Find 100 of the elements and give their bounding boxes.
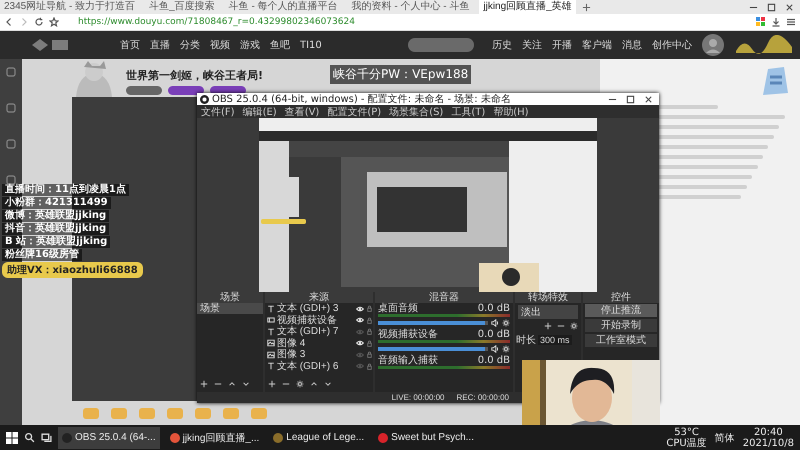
close-icon[interactable]	[644, 94, 653, 104]
nav-link[interactable]: 直播	[150, 38, 170, 52]
add-icon[interactable]	[268, 380, 276, 388]
header-link[interactable]: 客户端	[582, 38, 612, 52]
settings-icon[interactable]	[502, 344, 510, 352]
temp-label: CPU温度	[666, 438, 707, 448]
back-icon[interactable]	[4, 17, 14, 27]
lock-icon[interactable]	[366, 316, 373, 324]
search-field[interactable]	[408, 38, 474, 52]
new-tab-icon[interactable]	[582, 2, 591, 12]
nav-link[interactable]: 游戏	[240, 38, 260, 52]
avatar-icon[interactable]	[702, 34, 724, 56]
badge-icon	[168, 86, 204, 95]
nav-link[interactable]: 视频	[210, 38, 230, 52]
grid-icon[interactable]	[756, 17, 766, 27]
clock-date[interactable]: 2021/10/8	[742, 438, 794, 448]
window-title: OBS 25.0.4 (64-bit, windows) - 配置文件: 未命名 - 场景: 未命名	[212, 92, 511, 106]
down-icon[interactable]	[324, 380, 332, 388]
image-icon[interactable]	[267, 350, 275, 359]
text-icon[interactable]	[267, 362, 275, 370]
channel-reading: 0.0 dB	[478, 329, 510, 340]
settings-icon[interactable]	[502, 318, 510, 326]
browser-tab[interactable]: jjking回顾直播_英雄	[479, 0, 576, 14]
taskbar-app[interactable]: Sweet but Psych...	[374, 426, 478, 448]
maximize-icon[interactable]	[626, 94, 635, 104]
overlay-text: 粉丝牌16级房管	[2, 249, 82, 261]
nav-link[interactable]: 首页	[120, 38, 140, 52]
transition-dropdown[interactable]: 淡出	[518, 305, 578, 319]
status-text: REC: 00:00:00	[456, 393, 509, 402]
channel-name: 音频输入捕获	[378, 355, 438, 366]
taskbar-app[interactable]: jjking回顾直播_...	[166, 426, 264, 448]
header-link[interactable]: 消息	[622, 38, 642, 52]
menu-item[interactable]: 文件(F)	[201, 104, 235, 118]
clock-time[interactable]: 20:40	[754, 426, 783, 438]
settings-icon[interactable]	[570, 322, 578, 330]
status-text: LIVE: 00:00:00	[392, 393, 445, 402]
menu-item[interactable]: 配置文件(P)	[327, 104, 382, 118]
lock-icon[interactable]	[366, 351, 373, 358]
source-item[interactable]: 图像 3	[277, 349, 354, 360]
header-link[interactable]: 创作中心	[652, 38, 692, 52]
temp-text: 53°C	[674, 426, 699, 438]
settings-icon[interactable]	[296, 380, 304, 388]
camera-icon[interactable]	[267, 316, 275, 324]
menu-item[interactable]: 工具(T)	[451, 104, 486, 118]
close-icon[interactable]	[785, 2, 794, 12]
download-icon[interactable]	[771, 17, 781, 27]
rail-icon[interactable]	[6, 175, 16, 185]
assistant-label: 助理VX：xiaozhuli66888	[2, 262, 143, 278]
ime-indicator[interactable]: 简体	[714, 430, 735, 444]
duration-label: 时长	[516, 334, 536, 347]
add-icon[interactable]	[200, 380, 208, 388]
menu-icon[interactable]	[786, 17, 796, 27]
overlay-text: B 站：英雄联盟jjking	[2, 236, 110, 248]
duration-field[interactable]: 300 ms	[538, 335, 572, 345]
menu-item[interactable]: 帮助(H)	[493, 104, 529, 118]
image-icon[interactable]	[267, 339, 275, 348]
source-item[interactable]: 文本 (GDI+) 3	[277, 303, 354, 314]
text-icon[interactable]	[267, 304, 275, 313]
logo-icon[interactable]	[30, 37, 70, 53]
speaker-icon[interactable]	[491, 344, 499, 352]
add-icon[interactable]	[544, 322, 552, 330]
room-title: 世界第一剑姬，峡谷王者局!	[126, 68, 264, 83]
lock-icon[interactable]	[366, 362, 373, 370]
header-link[interactable]: 关注	[522, 38, 542, 52]
control-button[interactable]: 开始录制	[585, 319, 657, 332]
menu-item[interactable]: 查看(V)	[284, 104, 320, 118]
channel-reading: 0.0 dB	[478, 355, 510, 366]
lock-icon[interactable]	[366, 328, 373, 336]
scene-item[interactable]: 场景	[197, 303, 263, 314]
text-icon[interactable]	[267, 328, 275, 336]
star-icon[interactable]	[49, 17, 59, 27]
source-item[interactable]: 文本 (GDI+) 7	[277, 326, 354, 338]
header-link[interactable]: 历史	[492, 38, 512, 52]
volume-slider[interactable]	[378, 346, 488, 350]
lock-icon[interactable]	[366, 305, 373, 312]
source-item[interactable]: 图像 4	[277, 338, 354, 349]
source-item[interactable]: 视频捕获设备	[277, 314, 354, 326]
control-button[interactable]: 工作室模式	[585, 334, 657, 347]
up-icon[interactable]	[228, 380, 236, 388]
source-item[interactable]: 文本 (GDI+) 6	[277, 360, 354, 372]
lock-icon[interactable]	[366, 340, 373, 347]
header-link[interactable]: 开播	[552, 38, 572, 52]
task-view-icon[interactable]	[41, 432, 52, 443]
up-icon[interactable]	[310, 380, 318, 388]
menu-item[interactable]: 场景集合(S)	[389, 104, 444, 118]
menu-item[interactable]: 编辑(E)	[242, 104, 277, 118]
nav-link[interactable]: 分类	[180, 38, 200, 52]
control-button[interactable]: 停止推流	[585, 304, 657, 317]
windows-start-icon[interactable]	[6, 432, 18, 444]
down-icon[interactable]	[242, 380, 250, 388]
volume-slider[interactable]	[378, 320, 488, 324]
reload-icon[interactable]	[34, 17, 44, 27]
taskbar-app[interactable]: League of Lege...	[269, 426, 368, 448]
search-icon[interactable]	[24, 432, 35, 443]
dock-header: 控件	[583, 292, 659, 303]
maximize-icon[interactable]	[767, 2, 776, 12]
nav-link[interactable]: TI10	[300, 40, 322, 50]
speaker-icon[interactable]	[491, 318, 499, 326]
taskbar-app[interactable]: OBS 25.0.4 (64-...	[58, 426, 160, 448]
nav-link[interactable]: 鱼吧	[270, 38, 290, 52]
